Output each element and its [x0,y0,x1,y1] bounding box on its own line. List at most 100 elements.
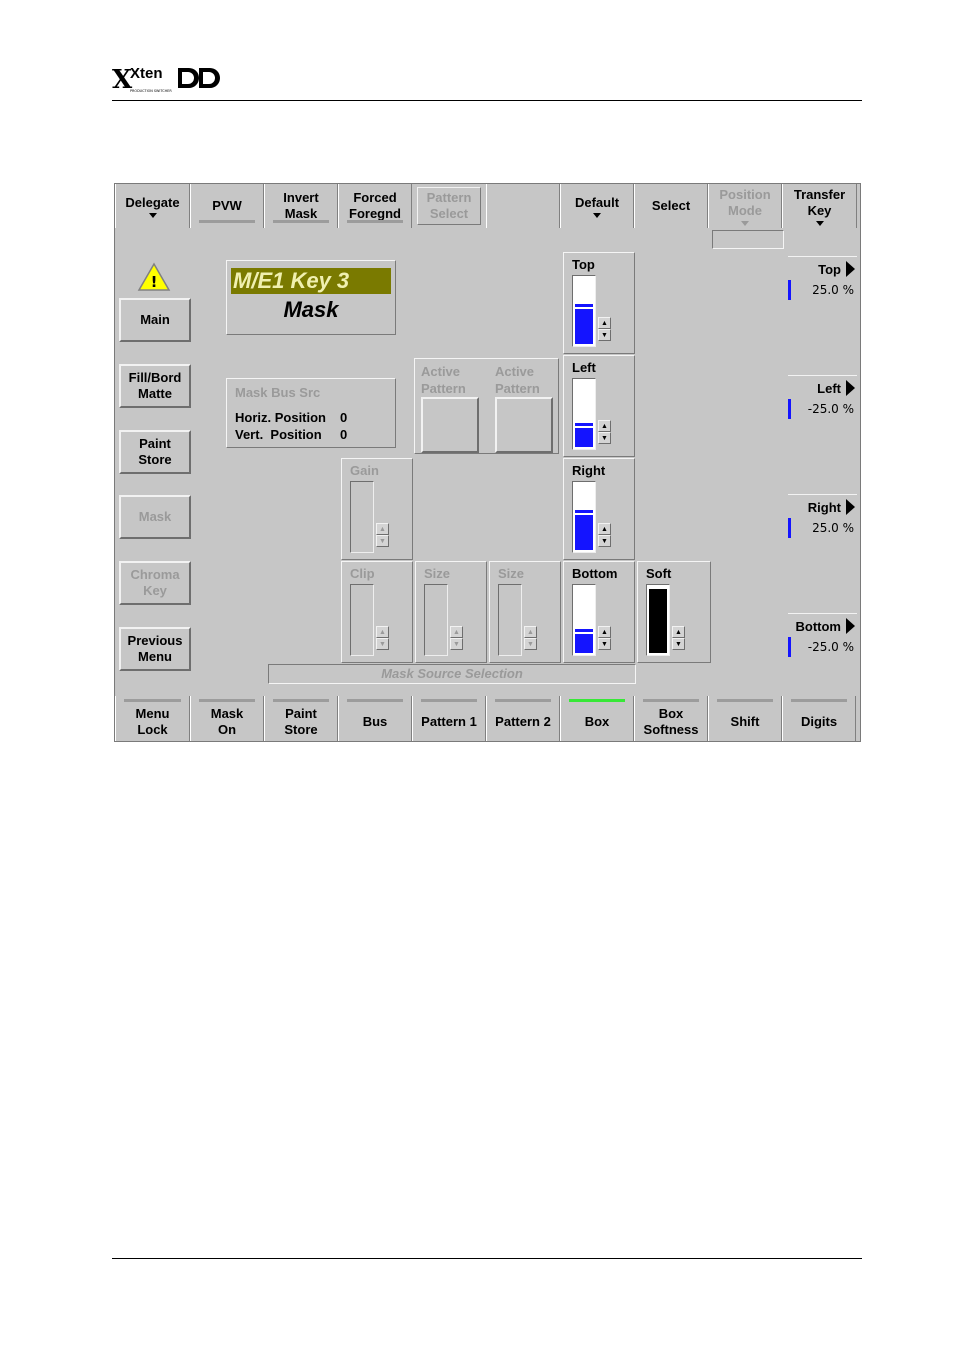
fader-label: Top [572,257,595,272]
fader-track-right[interactable] [572,481,596,553]
fader-thumb[interactable] [575,510,593,515]
horiz-position-label: Horiz. Position [235,410,326,425]
top-button-invert-mask[interactable]: Invert Mask [264,184,338,228]
fader-panel-clip: Clip ▲ ▼ [341,561,413,663]
spin-down-arrow-icon[interactable]: ▼ [598,432,611,444]
spin-up-arrow-icon[interactable]: ▲ [598,523,611,535]
fader-track-top[interactable] [572,275,596,347]
logo-word: Xten [130,65,163,82]
fader-panel-right: Right ▲ ▼ [563,458,635,560]
bottom-button-box[interactable]: Box [560,696,634,741]
side-menu-fill-bord-matte[interactable]: Fill/Bord Matte [119,364,191,408]
side-menu-main[interactable]: Main [119,298,191,342]
active-pattern-1-label: Active Pattern [421,364,466,396]
top-button-pvw[interactable]: PVW [190,184,264,228]
parameter-top[interactable]: Top 25.0 % [788,256,857,302]
spin-up-arrow-icon[interactable]: ▲ [450,626,463,638]
bottom-button-label: Pattern 1 [421,714,477,729]
xten-dd-logo: X Xten PRODUCTION SWITCHER [112,65,220,94]
fader-level-fill [575,423,593,447]
mask-source-selection-label: Mask Source Selection [268,664,636,684]
menu-subtitle: Mask [283,297,339,322]
fader-track-left[interactable] [572,378,596,450]
top-button-default[interactable]: Default [560,184,634,228]
bottom-button-label: Menu Lock [135,706,170,737]
bottom-button-box-softness[interactable]: Box Softness [634,696,708,741]
spin-down-arrow-icon[interactable]: ▼ [450,638,463,650]
top-button-pattern-select[interactable]: Pattern Select [417,187,481,225]
fader-spinner: ▲ ▼ [524,626,537,650]
mask-bus-src-label: Mask Bus Src [235,385,321,400]
logo-dd-mark [178,68,220,88]
fader-label: Clip [350,566,375,581]
fader-level-fill [575,304,593,344]
top-button-transfer-key[interactable]: Transfer Key [782,184,857,228]
right-arrow-icon [846,618,855,634]
spin-up-arrow-icon[interactable]: ▲ [672,626,685,638]
spin-up-arrow-icon[interactable]: ▲ [376,626,389,638]
bottom-button-paint-store[interactable]: Paint Store [264,696,338,741]
parameter-left[interactable]: Left -25.0 % [788,375,857,421]
spin-down-arrow-icon[interactable]: ▼ [524,638,537,650]
top-button-delegate[interactable]: Delegate [115,184,190,228]
bottom-button-pattern-2[interactable]: Pattern 2 [486,696,560,741]
spin-down-arrow-icon[interactable]: ▼ [598,329,611,341]
horiz-position-value: 0 [340,410,348,425]
spin-up-arrow-icon[interactable]: ▲ [598,420,611,432]
bottom-button-mask-on[interactable]: Mask On [190,696,264,741]
side-menu-paint-store[interactable]: Paint Store [119,430,191,474]
fader-track-size1[interactable] [424,584,448,656]
fader-spinner: ▲ ▼ [672,626,685,650]
fader-track-soft[interactable] [646,584,670,656]
fader-track-bottom[interactable] [572,584,596,656]
spin-down-arrow-icon[interactable]: ▼ [598,535,611,547]
active-pattern-2-button[interactable] [495,397,553,453]
top-button-label: Position Mode [719,186,771,218]
bottom-button-label: Box [584,714,610,729]
indicator-bar [569,699,625,702]
fader-panel-left: Left ▲ ▼ [563,355,635,457]
spin-up-arrow-icon[interactable]: ▲ [598,317,611,329]
side-menu-mask[interactable]: Mask [119,495,191,539]
bottom-button-digits[interactable]: Digits [782,696,856,741]
fader-track-clip[interactable] [350,584,374,656]
spin-down-arrow-icon[interactable]: ▼ [598,638,611,650]
bottom-button-label: Shift [730,714,760,729]
bottom-button-pattern-1[interactable]: Pattern 1 [412,696,486,741]
indicator-bar [273,699,329,702]
fader-thumb[interactable] [575,423,593,428]
spin-down-arrow-icon[interactable]: ▼ [376,535,389,547]
fader-spinner: ▲ ▼ [598,523,611,547]
bottom-button-shift[interactable]: Shift [708,696,782,741]
fader-thumb[interactable] [575,304,593,309]
fader-panel-soft: Soft ▲ ▼ [637,561,711,663]
fader-thumb[interactable] [575,629,593,634]
top-button-position-mode[interactable]: Position Mode [708,184,782,228]
parameter-value: 25.0 % [812,521,854,535]
top-button-label: Transfer Key [793,186,846,218]
fader-track-gain[interactable] [350,481,374,553]
side-menu-chroma-key[interactable]: Chroma Key [119,561,191,605]
spin-up-arrow-icon[interactable]: ▲ [598,626,611,638]
side-menu-previous-menu[interactable]: Previous Menu [119,627,191,671]
bottom-button-menu-lock[interactable]: Menu Lock [115,696,190,741]
parameter-value: -25.0 % [807,402,854,416]
bottom-button-bus[interactable]: Bus [338,696,412,741]
indicator-bar [495,699,551,702]
fader-track-size2[interactable] [498,584,522,656]
bottom-button-label: Digits [800,714,838,729]
top-button-select[interactable]: Select [634,184,708,228]
spin-down-arrow-icon[interactable]: ▼ [376,638,389,650]
spin-down-arrow-icon[interactable]: ▼ [672,638,685,650]
menu-title: M/E1 Key 3 [231,268,391,294]
fader-panel-size2: Size ▲ ▼ [489,561,561,663]
dropdown-caret-icon [593,212,601,218]
spin-up-arrow-icon[interactable]: ▲ [376,523,389,535]
parameter-right[interactable]: Right 25.0 % [788,494,857,540]
active-pattern-1-button[interactable] [421,397,479,453]
parameter-bottom[interactable]: Bottom -25.0 % [788,613,857,659]
fader-label: Soft [646,566,672,581]
top-button-forced-foregnd[interactable]: Forced Foregnd [338,184,412,228]
spin-up-arrow-icon[interactable]: ▲ [524,626,537,638]
top-button-blank [486,184,560,228]
